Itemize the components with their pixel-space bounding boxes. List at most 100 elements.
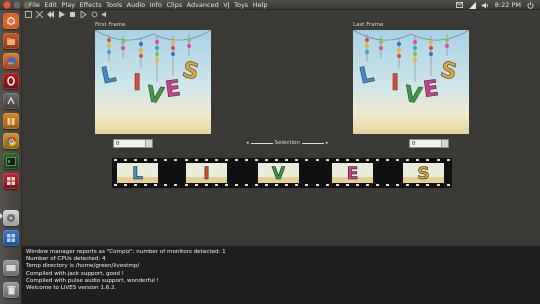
disk-icon[interactable] — [3, 210, 19, 226]
sprocket-hole — [285, 159, 289, 161]
thumbnail-letter: V — [272, 164, 286, 183]
sprocket-hole — [335, 184, 339, 186]
sprocket-hole — [406, 184, 410, 186]
thumbnail[interactable]: E — [332, 163, 373, 183]
rewind-icon[interactable] — [47, 11, 54, 18]
dash-home-icon[interactable] — [3, 13, 19, 29]
console-line: Compiled with pulse audio support, wonde… — [26, 277, 159, 284]
sprocket-hole — [365, 159, 369, 161]
window-controls — [3, 1, 31, 9]
menu-toys[interactable]: Toys — [234, 1, 248, 9]
menu-tools[interactable]: Tools — [106, 1, 122, 9]
sprocket-hole — [224, 159, 228, 161]
sprocket-hole — [114, 159, 117, 161]
chromium-icon[interactable] — [3, 133, 19, 149]
thumbnail-letter: L — [132, 164, 143, 183]
sprocket-hole — [214, 184, 218, 186]
launcher — [0, 10, 22, 304]
network-icon[interactable] — [468, 1, 476, 9]
volume-icon[interactable] — [481, 2, 489, 9]
svg-text:V: V — [144, 82, 165, 110]
menu-edit[interactable]: Edit — [44, 1, 57, 9]
sprocket-hole — [446, 159, 450, 161]
clock[interactable]: 8:22 PM — [495, 1, 521, 9]
firefox-icon[interactable] — [3, 53, 19, 69]
sprocket-hole — [194, 159, 198, 161]
start-frame-spinbox[interactable]: 0 — [113, 139, 153, 148]
menu-audio[interactable]: Audio — [127, 1, 145, 9]
sepwin-icon[interactable] — [25, 11, 32, 18]
sprocket-hole — [376, 159, 380, 161]
console-line: Welcome to LiVES version 1.6.2. — [26, 285, 117, 292]
sprocket-hole — [184, 159, 188, 161]
end-frame-value: 0 — [412, 140, 416, 147]
trash-icon[interactable] — [3, 282, 19, 298]
minimize-button[interactable] — [13, 1, 21, 9]
workspace-switcher-icon[interactable] — [3, 230, 19, 246]
sprocket-hole — [315, 159, 319, 161]
drive-icon[interactable] — [3, 260, 19, 276]
sprocket-hole — [265, 184, 269, 186]
sprocket-hole — [295, 184, 299, 186]
fullscreen-icon[interactable] — [36, 11, 43, 18]
sprocket-hole — [214, 159, 218, 161]
sprocket-hole — [416, 184, 420, 186]
menu-play[interactable]: Play — [61, 1, 75, 9]
menu-advanced[interactable]: Advanced — [187, 1, 219, 9]
menubar: File Edit Play Effects Tools Audio Info … — [29, 0, 272, 10]
menu-clips[interactable]: Clips — [166, 1, 182, 9]
sprocket-hole — [315, 184, 319, 186]
thumbnail[interactable]: I — [186, 163, 227, 183]
svg-text:V: V — [402, 82, 423, 110]
menu-effects[interactable]: Effects — [80, 1, 102, 9]
message-console: Window manager reports as "Compiz"; numb… — [22, 246, 540, 304]
thumbnail[interactable]: L — [117, 163, 158, 183]
menu-file[interactable]: File — [29, 1, 40, 9]
terminal-icon[interactable] — [3, 153, 19, 169]
mute-icon[interactable] — [102, 11, 109, 18]
play-selection-icon[interactable] — [80, 11, 87, 18]
last-frame-image[interactable]: L I V E S — [353, 30, 469, 134]
sprocket-hole — [305, 159, 309, 161]
sprocket-hole — [275, 159, 279, 161]
files-icon[interactable] — [3, 33, 19, 49]
last-frame-label: Last Frame — [353, 22, 384, 28]
sprocket-hole — [124, 159, 128, 161]
spin-arrows-icon[interactable] — [441, 140, 448, 147]
mail-icon[interactable] — [455, 2, 463, 9]
opera-icon[interactable] — [3, 73, 19, 89]
svg-text:I: I — [391, 71, 399, 96]
svg-text:L: L — [357, 62, 376, 89]
loop-icon[interactable] — [91, 11, 98, 18]
stop-icon[interactable] — [69, 11, 76, 18]
menu-vj[interactable]: VJ — [223, 1, 229, 9]
close-button[interactable] — [3, 1, 11, 9]
first-frame-image[interactable]: L I V E S — [95, 30, 211, 134]
sprocket-hole — [224, 184, 228, 186]
svg-text:S: S — [438, 57, 459, 85]
clip-editor-area: First Frame L I V E S Last Frame L I V E… — [22, 19, 540, 246]
sprocket-hole — [245, 184, 249, 186]
lives-icon[interactable] — [3, 173, 19, 189]
sprocket-hole — [305, 184, 309, 186]
sprocket-hole — [345, 159, 349, 161]
console-line: Window manager reports as "Compiz"; numb… — [26, 249, 226, 255]
sprocket-hole — [245, 159, 249, 161]
svg-text:L: L — [99, 62, 118, 89]
play-icon[interactable] — [58, 11, 65, 18]
spin-arrows-icon[interactable] — [145, 140, 152, 147]
sprocket-hole — [164, 184, 168, 186]
system-settings-icon[interactable] — [3, 93, 19, 109]
menu-info[interactable]: Info — [150, 1, 162, 9]
end-frame-spinbox[interactable]: 0 — [409, 139, 449, 148]
thumbnail[interactable]: V — [258, 163, 299, 183]
thumbnail[interactable]: S — [403, 163, 444, 183]
archive-icon[interactable] — [3, 113, 19, 129]
filmstrip[interactable]: L I V E S — [112, 158, 452, 188]
sprocket-hole — [144, 184, 148, 186]
sprocket-hole — [255, 184, 259, 186]
sprocket-hole — [154, 159, 158, 161]
power-icon[interactable] — [527, 1, 534, 9]
menu-help[interactable]: Help — [253, 1, 268, 9]
sprocket-hole — [114, 184, 117, 186]
